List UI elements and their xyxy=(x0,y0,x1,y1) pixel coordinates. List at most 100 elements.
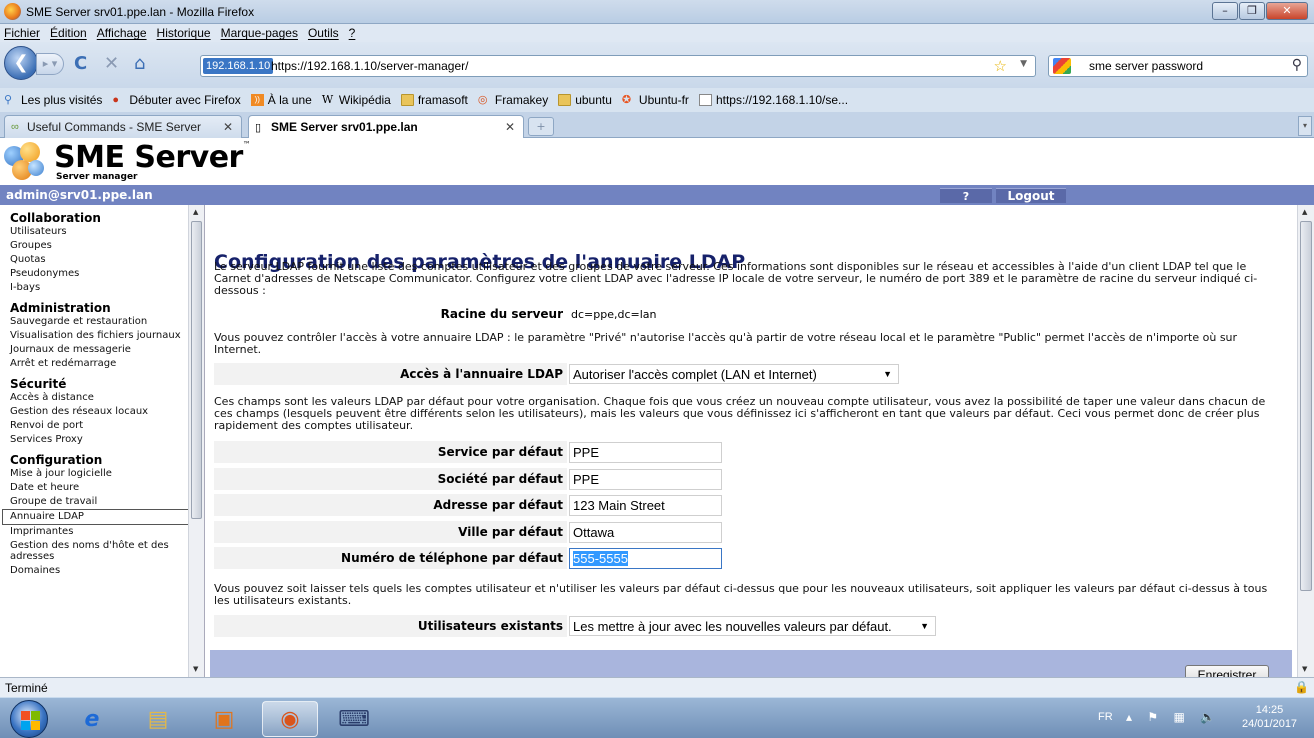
tab-list-button[interactable]: ▾ xyxy=(1298,116,1312,136)
scroll-down-icon[interactable]: ▼ xyxy=(193,665,198,673)
url-bar[interactable]: 192.168.1.10 https://192.168.1.10/server… xyxy=(200,55,1036,77)
menu-marque-pages[interactable]: Marque-pages xyxy=(221,26,298,40)
sidenav-scrollbar[interactable]: ▲ ▼ xyxy=(188,205,204,677)
chevron-down-icon: ▼ xyxy=(920,621,929,631)
bookmark-star-icon[interactable]: ☆ xyxy=(994,57,1007,75)
bookmark-item[interactable]: framasoft xyxy=(400,93,468,107)
search-bar[interactable]: sme server password ⚲ xyxy=(1048,55,1308,77)
framakey-icon: ◎ xyxy=(477,94,488,106)
nav-item-services-proxy[interactable]: Services Proxy xyxy=(0,433,188,447)
folder-icon xyxy=(400,94,414,106)
nav-item-sauvegarde[interactable]: Sauvegarde et restauration xyxy=(0,315,188,329)
page-icon: ▯ xyxy=(255,122,262,134)
scroll-down-icon[interactable]: ▼ xyxy=(1302,665,1307,673)
nav-item-noms-hote[interactable]: Gestion des noms d'hôte et des adresses xyxy=(0,539,188,564)
reload-icon[interactable]: C xyxy=(74,53,87,74)
close-button[interactable]: ✕ xyxy=(1266,2,1308,20)
nav-item-groupes[interactable]: Groupes xyxy=(0,239,188,253)
nav-item-acces-distance[interactable]: Accès à distance xyxy=(0,391,188,405)
menu-fichier[interactable]: Fichier xyxy=(4,26,40,40)
city-input[interactable]: Ottawa xyxy=(569,522,722,543)
search-engine-icon[interactable] xyxy=(1053,58,1071,74)
scrollbar-thumb[interactable] xyxy=(1300,221,1312,591)
bookmark-item[interactable]: ● Débuter avec Firefox xyxy=(112,93,240,107)
address-input[interactable]: 123 Main Street xyxy=(569,495,722,516)
nav-item-arret[interactable]: Arrêt et redémarrage xyxy=(0,357,188,371)
main-scrollbar[interactable]: ▲ ▼ xyxy=(1297,205,1314,677)
lock-icon[interactable]: 🔒 xyxy=(1294,680,1309,694)
scrollbar-thumb[interactable] xyxy=(191,221,202,519)
nav-item-messagerie[interactable]: Journaux de messagerie xyxy=(0,343,188,357)
firefox-taskbar-icon[interactable]: ◉ xyxy=(262,701,318,737)
menu-edition[interactable]: Édition xyxy=(50,26,87,40)
url-dropdown-icon[interactable]: ▼ xyxy=(1020,59,1027,69)
main-content: Configuration des paramètres de l'annuai… xyxy=(205,205,1297,677)
language-indicator[interactable]: FR xyxy=(1098,711,1113,723)
save-button[interactable]: Enregistrer xyxy=(1185,665,1269,677)
back-button[interactable]: ❮ xyxy=(4,46,38,80)
nav-item-mise-a-jour[interactable]: Mise à jour logicielle xyxy=(0,467,188,481)
bookmark-item[interactable]: ✪ Ubuntu-fr xyxy=(622,93,689,107)
field-row: Numéro de téléphone par défaut 555-5555 xyxy=(214,547,1276,569)
close-tab-icon[interactable]: ✕ xyxy=(223,120,233,134)
nav-item-date-heure[interactable]: Date et heure xyxy=(0,481,188,495)
bookmark-item[interactable]: ⚲ Les plus visités xyxy=(4,93,102,107)
folder-icon xyxy=(558,94,572,106)
existing-users-select[interactable]: Les mettre à jour avec les nouvelles val… xyxy=(569,616,936,636)
bookmark-item[interactable]: W Wikipédia xyxy=(322,93,391,107)
ie-icon[interactable]: e xyxy=(64,701,120,737)
tray-icons[interactable]: ▴ ⚑ ▦ 🔈 xyxy=(1126,710,1221,724)
nav-item-annuaire-ldap[interactable]: Annuaire LDAP xyxy=(2,509,190,525)
logout-button[interactable]: Logout xyxy=(996,188,1066,203)
bookmark-item[interactable]: ◎ Framakey xyxy=(478,93,548,107)
existing-users-row: Utilisateurs existants Les mettre à jour… xyxy=(214,615,1276,637)
scroll-up-icon[interactable]: ▲ xyxy=(193,208,198,216)
close-tab-icon[interactable]: ✕ xyxy=(505,120,515,134)
nav-item-ibays[interactable]: I-bays xyxy=(0,281,188,295)
nav-item-quotas[interactable]: Quotas xyxy=(0,253,188,267)
wikipedia-icon: W xyxy=(321,93,334,106)
field-row: Service par défaut PPE xyxy=(214,441,1276,463)
forward-button[interactable]: ▸ ▾ xyxy=(36,53,64,75)
sme-subtitle: Server manager xyxy=(56,172,138,182)
search-icon[interactable]: ⚲ xyxy=(1292,57,1302,73)
new-tab-button[interactable]: + xyxy=(528,117,554,136)
nav-item-pseudonymes[interactable]: Pseudonymes xyxy=(0,267,188,281)
nav-item-domaines[interactable]: Domaines xyxy=(0,564,188,578)
nav-item-journaux[interactable]: Visualisation des fichiers journaux xyxy=(0,329,188,343)
phone-input[interactable]: 555-5555 xyxy=(569,548,722,569)
putty-icon[interactable]: ⌨ xyxy=(326,701,382,737)
tab-useful-commands[interactable]: ∞ Useful Commands - SME Server ✕ xyxy=(4,115,242,138)
stop-icon[interactable]: ✕ xyxy=(104,53,119,74)
sme-user-bar: admin@srv01.ppe.lan ? Logout xyxy=(0,185,1314,205)
menu-affichage[interactable]: Affichage xyxy=(97,26,147,40)
help-button[interactable]: ? xyxy=(940,188,992,203)
menu-help[interactable]: ? xyxy=(349,26,356,40)
bookmark-item[interactable]: ubuntu xyxy=(558,93,612,107)
explorer-folder-icon[interactable]: ▤ xyxy=(130,701,186,737)
nav-item-reseaux-locaux[interactable]: Gestion des réseaux locaux xyxy=(0,405,188,419)
access-select[interactable]: Autoriser l'accès complet (LAN et Intern… xyxy=(569,364,899,384)
minimize-button[interactable]: – xyxy=(1212,2,1238,20)
bookmark-item[interactable]: )) À la une xyxy=(250,93,312,107)
menu-outils[interactable]: Outils xyxy=(308,26,339,40)
menu-historique[interactable]: Historique xyxy=(157,26,211,40)
nav-item-imprimantes[interactable]: Imprimantes xyxy=(0,525,188,539)
maximize-button[interactable]: ❐ xyxy=(1239,2,1265,20)
site-identity-badge[interactable]: 192.168.1.10 xyxy=(203,58,274,74)
search-input[interactable]: sme server password xyxy=(1089,59,1203,73)
start-button[interactable] xyxy=(10,700,48,738)
service-input[interactable]: PPE xyxy=(569,442,722,463)
sme-header: SME Server™ Server manager xyxy=(0,138,1314,185)
scroll-up-icon[interactable]: ▲ xyxy=(1302,208,1307,216)
tab-sme-server[interactable]: ▯ SME Server srv01.ppe.lan ✕ xyxy=(248,115,524,139)
media-player-icon[interactable]: ▣ xyxy=(196,701,252,737)
nav-item-groupe-travail[interactable]: Groupe de travail xyxy=(0,495,188,509)
home-icon[interactable]: ⌂ xyxy=(134,53,145,74)
bookmark-item[interactable]: https://192.168.1.10/se... xyxy=(698,93,848,107)
url-text[interactable]: https://192.168.1.10/server-manager/ xyxy=(271,59,468,73)
company-input[interactable]: PPE xyxy=(569,469,722,490)
nav-item-renvoi-port[interactable]: Renvoi de port xyxy=(0,419,188,433)
clock[interactable]: 14:25 24/01/2017 xyxy=(1242,703,1297,731)
nav-item-utilisateurs[interactable]: Utilisateurs xyxy=(0,225,188,239)
